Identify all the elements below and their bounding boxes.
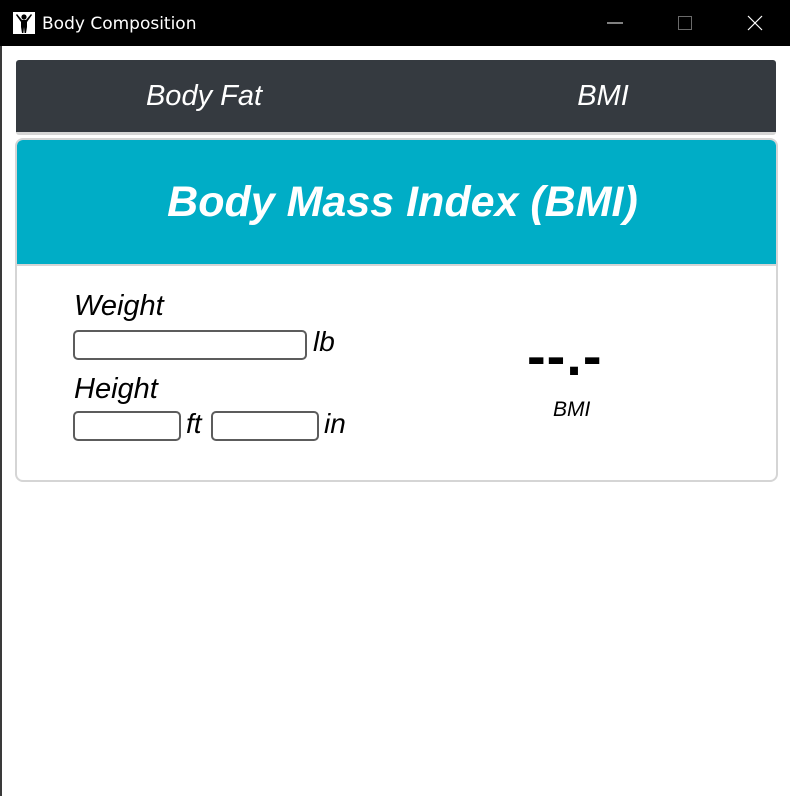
- weight-input[interactable]: [73, 330, 307, 360]
- weight-unit: lb: [313, 326, 335, 357]
- tab-body-fat[interactable]: Body Fat: [16, 60, 396, 132]
- tab-bar: Body Fat BMI: [16, 60, 776, 135]
- height-inches-unit: in: [324, 408, 346, 439]
- maximize-button[interactable]: [650, 0, 720, 46]
- height-feet-input[interactable]: [73, 411, 181, 441]
- minimize-icon: [607, 22, 623, 24]
- close-icon: [747, 15, 763, 31]
- tab-bmi[interactable]: BMI: [396, 60, 776, 132]
- bmi-card-title: Body Mass Index (BMI): [167, 177, 638, 226]
- bmi-result-label: BMI: [553, 398, 591, 421]
- weight-label: Weight: [74, 290, 164, 322]
- window-title: Body Composition: [42, 14, 197, 34]
- person-arms-raised-icon: [13, 12, 35, 34]
- window-titlebar: Body Composition: [0, 0, 790, 46]
- bmi-result-value: --.-: [527, 324, 603, 387]
- tab-bmi-label: BMI: [577, 79, 629, 112]
- minimize-button[interactable]: [580, 0, 650, 46]
- tab-body-fat-label: Body Fat: [145, 79, 263, 112]
- height-inches-input[interactable]: [211, 411, 319, 441]
- bmi-card-header: Body Mass Index (BMI): [17, 140, 776, 266]
- close-button[interactable]: [720, 0, 790, 46]
- window-border: [0, 46, 2, 796]
- maximize-icon: [678, 16, 692, 30]
- height-feet-unit: ft: [186, 408, 202, 439]
- height-label: Height: [74, 373, 158, 405]
